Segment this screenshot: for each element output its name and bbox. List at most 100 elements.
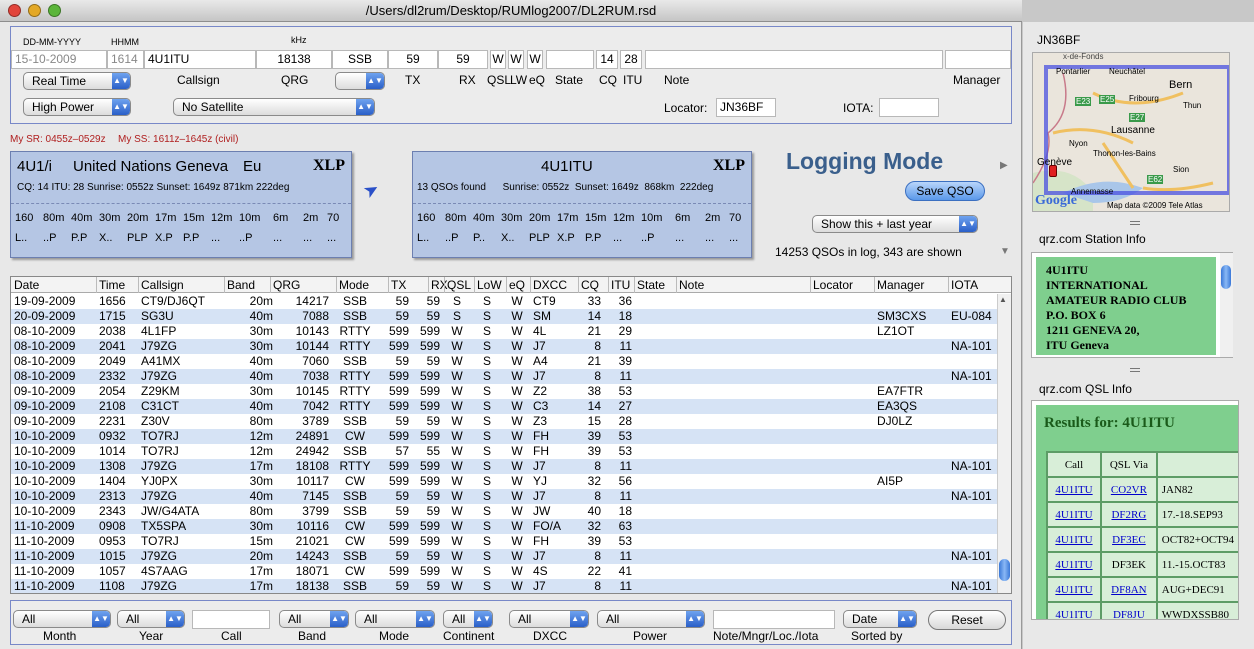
column-divider[interactable] (676, 277, 677, 293)
table-row[interactable]: 10-10-2009 2343 JW/G4ATA 80m 3799 SSB 59 59 W S W J… (11, 504, 997, 519)
iota-field[interactable] (879, 98, 939, 117)
eq-field[interactable]: W (527, 50, 543, 69)
power-filter[interactable]: All ▲▼ (597, 610, 705, 628)
sort-select[interactable]: Date ▲▼ (843, 610, 917, 628)
column-header-eq[interactable]: eQ (509, 278, 525, 292)
log-scrollbar[interactable]: ▲ (997, 294, 1011, 593)
column-header-low[interactable]: LoW (477, 278, 502, 292)
column-divider[interactable] (810, 277, 811, 293)
manager-field[interactable] (945, 50, 1011, 69)
table-row[interactable]: 08-10-2009 2038 4L1FP 30m 10143 RTTY 599 599 W S W… (11, 324, 997, 339)
table-row[interactable]: 09-10-2009 2231 Z30V 80m 3789 SSB 59 59 W S W Z3 15 2… (11, 414, 997, 429)
mode-select[interactable]: ▲▼ (335, 72, 385, 90)
column-header-dxcc[interactable]: DXCC (533, 278, 567, 292)
reset-button[interactable]: Reset (928, 610, 1006, 630)
table-row[interactable]: 11-10-2009 1057 4S7AAG 17m 18071 CW 599 599 W S W 4… (11, 564, 997, 579)
year-filter-select[interactable]: Show this + last year ▲▼ (812, 215, 978, 233)
mode-field[interactable]: SSB (332, 50, 388, 69)
note-filter-input[interactable] (713, 610, 835, 629)
qsl-via-link[interactable]: DF2RG (1100, 501, 1158, 528)
collapse-down-icon[interactable]: ▼ (1000, 246, 1010, 257)
qsl-call-link[interactable]: 4U1ITU (1045, 551, 1103, 578)
band-filter[interactable]: All ▲▼ (279, 610, 349, 628)
month-filter[interactable]: All ▲▼ (13, 610, 111, 628)
locator-field[interactable]: JN36BF (716, 98, 776, 117)
qsl-via-link[interactable]: DF8JU (1100, 601, 1158, 619)
satellite-select[interactable]: No Satellite ▲▼ (173, 98, 375, 116)
note-field[interactable] (645, 50, 943, 69)
column-header-itu[interactable]: ITU (611, 278, 630, 292)
table-row[interactable]: 11-10-2009 0908 TX5SPA 30m 10116 CW 599 599 W S W F… (11, 519, 997, 534)
column-divider[interactable] (270, 277, 271, 293)
scroll-thumb[interactable] (999, 559, 1010, 581)
table-row[interactable]: 10-10-2009 0932 TO7RJ 12m 24891 CW 599 599 W S W FH… (11, 429, 997, 444)
column-header-mode[interactable]: Mode (339, 278, 369, 292)
table-row[interactable]: 10-10-2009 1308 J79ZG 17m 18108 RTTY 599 599 W S W… (11, 459, 997, 474)
column-divider[interactable] (608, 277, 609, 293)
column-divider[interactable] (444, 277, 445, 293)
table-row[interactable]: 08-10-2009 2332 J79ZG 40m 7038 RTTY 599 599 W S W J… (11, 369, 997, 384)
station-scroll-thumb[interactable] (1221, 265, 1231, 289)
qsl-call-link[interactable]: 4U1ITU (1045, 476, 1103, 503)
column-divider[interactable] (388, 277, 389, 293)
column-header-cq[interactable]: CQ (581, 278, 599, 292)
qsl-via-link[interactable]: DF8AN (1100, 576, 1158, 603)
column-divider[interactable] (874, 277, 875, 293)
column-header-callsign[interactable]: Callsign (141, 278, 184, 292)
tx-field[interactable]: 59 (388, 50, 438, 69)
column-header-tx[interactable]: TX (391, 278, 406, 292)
dxcc-filter[interactable]: All ▲▼ (509, 610, 589, 628)
column-header-qsl[interactable]: QSL (447, 278, 471, 292)
column-divider[interactable] (578, 277, 579, 293)
column-header-time[interactable]: Time (99, 278, 125, 292)
table-row[interactable]: 20-09-2009 1715 SG3U 40m 7088 SSB 59 59 S S W SM 14 1… (11, 309, 997, 324)
year-filter[interactable]: All ▲▼ (117, 610, 185, 628)
column-divider[interactable] (336, 277, 337, 293)
column-divider[interactable] (506, 277, 507, 293)
time-field[interactable]: 1614 (107, 50, 144, 69)
column-header-qrg[interactable]: QRG (273, 278, 300, 292)
date-field[interactable]: 15-10-2009 (11, 50, 107, 69)
column-header-date[interactable]: Date (14, 278, 39, 292)
column-header-iota[interactable]: IOTA (951, 278, 978, 292)
callsign-field[interactable]: 4U1ITU (144, 50, 256, 69)
cq-field[interactable]: 14 (596, 50, 618, 69)
column-divider[interactable] (224, 277, 225, 293)
column-divider[interactable] (96, 277, 97, 293)
table-row[interactable]: 08-10-2009 2041 J79ZG 30m 10144 RTTY 599 599 W S W… (11, 339, 997, 354)
column-divider[interactable] (948, 277, 949, 293)
table-row[interactable]: 11-10-2009 1108 J79ZG 17m 18138 SSB 59 59 W S W J7 8… (11, 579, 997, 593)
table-row[interactable]: 09-10-2009 2054 Z29KM 30m 10145 RTTY 599 599 W S W… (11, 384, 997, 399)
table-row[interactable]: 11-10-2009 1015 J79ZG 20m 14243 SSB 59 59 W S W J7 8… (11, 549, 997, 564)
continent-filter[interactable]: All ▲▼ (443, 610, 493, 628)
map-view[interactable]: x-de-Fonds Pontarlier Neuchâtel Bern Fri… (1032, 52, 1230, 212)
qsl-call-link[interactable]: 4U1ITU (1045, 501, 1103, 528)
table-row[interactable]: 09-10-2009 2108 C31CT 40m 7042 RTTY 599 599 W S W C… (11, 399, 997, 414)
qsl-call-link[interactable]: 4U1ITU (1045, 576, 1103, 603)
lw-field[interactable]: W (508, 50, 524, 69)
column-header-rx[interactable]: RX (431, 278, 448, 292)
column-header-note[interactable]: Note (679, 278, 704, 292)
table-row[interactable]: 11-10-2009 0953 TO7RJ 15m 21021 CW 599 599 W S W FH… (11, 534, 997, 549)
close-window-button[interactable] (8, 4, 21, 17)
qrg-field[interactable]: 18138 (256, 50, 332, 69)
minimize-window-button[interactable] (28, 4, 41, 17)
column-divider[interactable] (474, 277, 475, 293)
rx-field[interactable]: 59 (438, 50, 488, 69)
power-select[interactable]: High Power ▲▼ (23, 98, 131, 116)
table-row[interactable]: 19-09-2009 1656 CT9/DJ6QT 20m 14217 SSB 59 59 S S… (11, 294, 997, 309)
expand-right-icon[interactable]: ▶ (1000, 160, 1008, 171)
state-field[interactable] (546, 50, 594, 69)
splitter-handle-icon[interactable] (1130, 368, 1140, 372)
station-scrollbar[interactable] (1220, 253, 1233, 357)
column-header-locator[interactable]: Locator (813, 278, 853, 292)
qsl-field[interactable]: W (490, 50, 506, 69)
itu-field[interactable]: 28 (620, 50, 642, 69)
qsl-via-link[interactable]: CO2VR (1100, 476, 1158, 503)
scroll-up-icon[interactable]: ▲ (999, 295, 1007, 304)
table-row[interactable]: 10-10-2009 1014 TO7RJ 12m 24942 SSB 57 55 W S W FH 3… (11, 444, 997, 459)
qsl-via-link[interactable]: DF3EC (1100, 526, 1158, 553)
time-mode-select[interactable]: Real Time ▲▼ (23, 72, 131, 90)
splitter-handle-icon[interactable] (1130, 221, 1140, 225)
call-filter-input[interactable] (192, 610, 270, 629)
